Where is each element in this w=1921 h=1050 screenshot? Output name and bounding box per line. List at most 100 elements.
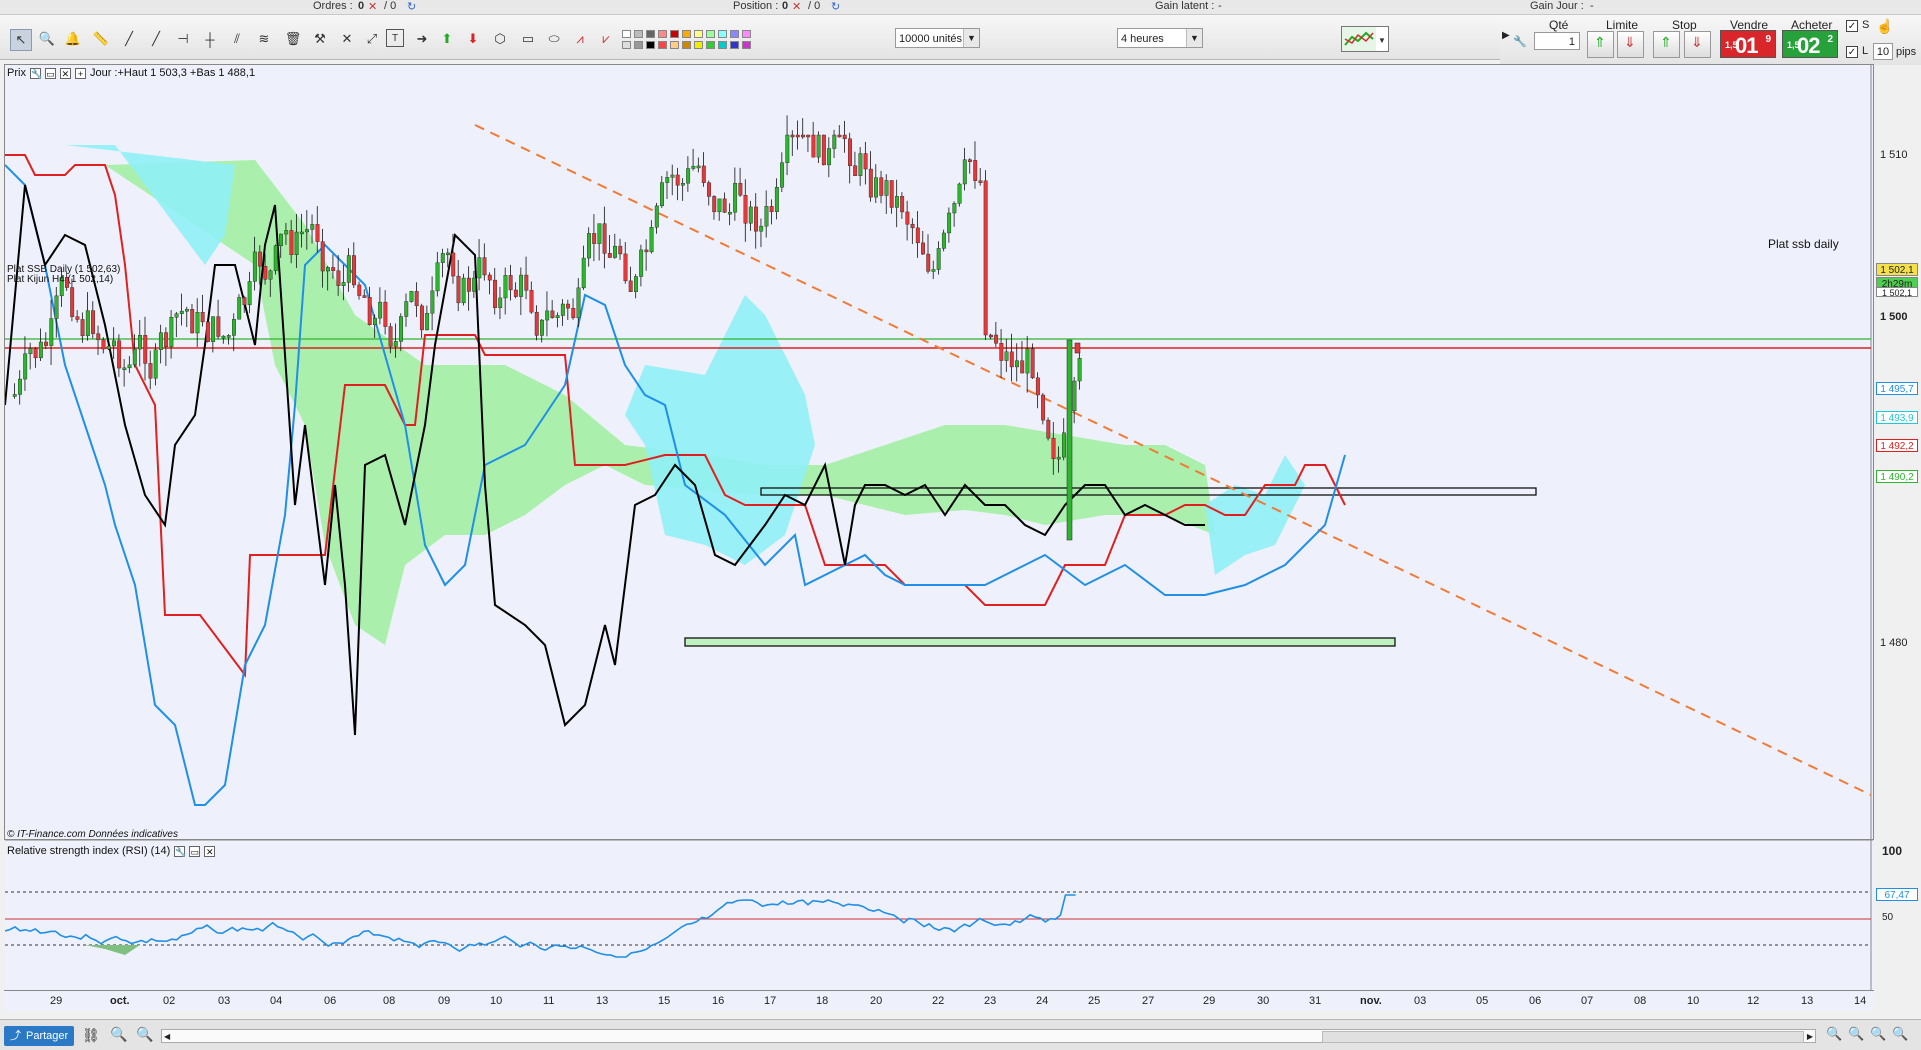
trash-icon[interactable]: 🗑 (283, 29, 303, 49)
scroll-right-icon[interactable]: ▶ (1807, 1032, 1813, 1041)
candle-body (1056, 456, 1061, 460)
color-swatch[interactable] (706, 41, 715, 49)
zoom-out-right-icon[interactable]: 🔍 (1826, 1026, 1842, 1042)
color-swatch[interactable] (730, 41, 739, 49)
color-swatch[interactable] (682, 41, 691, 49)
cursor-tool-icon[interactable]: ↖ (10, 29, 32, 51)
candle-body (560, 303, 565, 316)
color-swatch[interactable] (646, 41, 655, 49)
period-select[interactable]: 4 heures ▼ (1117, 28, 1203, 48)
color-swatch[interactable] (718, 41, 727, 49)
price-chart-panel[interactable] (4, 64, 1874, 991)
color-swatch[interactable] (718, 30, 727, 38)
candle-body (999, 343, 1004, 361)
fibonacci-icon[interactable]: ≋ (254, 29, 274, 49)
line-tool-icon[interactable]: ╱ (119, 29, 139, 49)
color-swatch[interactable] (622, 41, 631, 49)
l-checkbox[interactable]: ✓ (1846, 46, 1858, 58)
color-swatch[interactable] (742, 30, 751, 38)
share-button[interactable]: ⤴ Partager (4, 1026, 74, 1046)
candle-body (127, 364, 132, 369)
color-swatch[interactable] (634, 41, 643, 49)
chart-annotation[interactable]: Plat ssb daily (1768, 237, 1839, 251)
chart-type-button[interactable]: ▼ (1341, 26, 1389, 52)
ruler-tool-icon[interactable]: 📏 (91, 29, 111, 49)
scroll-left-icon[interactable]: ◀ (164, 1032, 170, 1041)
zigzag-icon[interactable]: ⩘ (570, 29, 590, 49)
arrow-up-icon[interactable]: ⬆ (437, 29, 457, 49)
s-checkbox[interactable]: ✓ (1846, 20, 1858, 32)
alert-bell-icon[interactable]: 🔔 (63, 29, 83, 49)
color-swatch[interactable] (670, 30, 679, 38)
color-swatch[interactable] (730, 30, 739, 38)
sell-button[interactable]: 1,5 01 9 (1720, 30, 1776, 58)
polygon-icon[interactable]: ⬡ (490, 29, 510, 49)
color-swatch[interactable] (670, 41, 679, 49)
rsi-close-icon[interactable]: ✕ (204, 845, 216, 857)
limit-buy-button[interactable]: ⇑ (1587, 31, 1614, 58)
wrench-icon[interactable]: 🔧 (1510, 31, 1530, 51)
units-select[interactable]: 10000 unités ▼ (895, 28, 980, 48)
network-icon[interactable]: ⛓ (82, 1027, 100, 1044)
pips-input[interactable]: 10 (1873, 43, 1893, 60)
color-swatch[interactable] (694, 30, 703, 38)
color-swatch[interactable] (682, 30, 691, 38)
time-axis[interactable]: 29 oct. 02 03 04 06 08 09 10 11 13 15 16 17 18 20 22 23 24… (4, 990, 1874, 1011)
vertical-line-icon[interactable]: ┼ (200, 29, 220, 49)
color-swatch[interactable] (622, 30, 631, 38)
color-palette[interactable] (622, 30, 792, 52)
stop-buy-button[interactable]: ⇑ (1653, 31, 1680, 58)
buy-button[interactable]: 1,5 02 2 (1782, 30, 1838, 58)
crossing-lines-icon[interactable]: ✕ (337, 29, 357, 49)
candle-body (905, 211, 910, 225)
color-swatch[interactable] (658, 41, 667, 49)
legend-window-icon[interactable]: ▭ (44, 67, 56, 79)
hand-cursor-icon[interactable]: ☝ (1876, 18, 1893, 35)
pitchfork-icon[interactable]: ⩗ (596, 29, 616, 49)
rsi-wrench-icon[interactable]: 🔧 (174, 845, 186, 857)
rectangle-icon[interactable]: ▭ (518, 29, 538, 49)
position-cancel-icon[interactable]: ✕ (792, 0, 801, 13)
orders-link-icon[interactable]: ↻ (407, 0, 416, 13)
candle-body (258, 251, 263, 267)
limit-sell-button[interactable]: ⇓ (1617, 31, 1644, 58)
zoom-out-icon[interactable]: 🔍 (110, 1026, 127, 1043)
color-swatch[interactable] (646, 30, 655, 38)
color-swatch[interactable] (694, 41, 703, 49)
price-chart-canvas[interactable] (5, 65, 1873, 991)
text-tool-icon[interactable]: T (386, 29, 404, 47)
orders-cancel-icon[interactable]: ✕ (368, 0, 377, 13)
zoom-reset-icon[interactable]: 🔍 (1892, 1026, 1908, 1042)
color-swatch[interactable] (634, 30, 643, 38)
zoom-tool-icon[interactable]: 🔍 (37, 29, 57, 49)
legend-add-icon[interactable]: + (74, 67, 86, 79)
x-tick: 30 (1257, 995, 1270, 1007)
panel-collapse-icon[interactable]: ▶ (1502, 30, 1510, 41)
parallel-line-icon[interactable]: ⫽ (227, 29, 247, 49)
zoom-in-icon[interactable]: 🔍 (136, 1026, 153, 1043)
ray-tool-icon[interactable]: ╱ (146, 29, 166, 49)
qty-input[interactable]: 1 (1534, 32, 1580, 50)
legend-close-icon[interactable]: ✕ (59, 67, 71, 79)
stop-order-icon: ⇑ (1660, 34, 1672, 50)
limit-label: Limite (1606, 18, 1639, 32)
horizontal-line-icon[interactable]: ⊣ (173, 29, 193, 49)
legend-wrench-icon[interactable]: 🔧 (29, 67, 42, 79)
arrow-right-icon[interactable]: ➜ (412, 29, 432, 49)
color-swatch[interactable] (706, 30, 715, 38)
color-swatch[interactable] (742, 41, 751, 49)
position-link-icon[interactable]: ↻ (831, 0, 840, 13)
scrollbar-thumb[interactable] (1322, 1031, 1804, 1043)
ellipse-icon[interactable]: ⬭ (544, 29, 564, 49)
zoom-in-right-icon[interactable]: 🔍 (1870, 1026, 1886, 1042)
arrow-down-icon[interactable]: ⬇ (463, 29, 483, 49)
rsi-window-icon[interactable]: ▭ (189, 845, 201, 857)
zoom-fit-icon[interactable]: 🔍 (1848, 1026, 1864, 1042)
channel-icon[interactable]: ⤢ (362, 29, 382, 49)
color-swatch[interactable] (658, 30, 667, 38)
hammer-icon[interactable]: ⚒ (310, 29, 330, 49)
time-scrollbar[interactable]: ◀ ▶ (161, 1029, 1816, 1043)
candle-body (816, 134, 821, 158)
x-tick: 05 (1476, 995, 1489, 1007)
stop-sell-button[interactable]: ⇓ (1684, 31, 1711, 58)
